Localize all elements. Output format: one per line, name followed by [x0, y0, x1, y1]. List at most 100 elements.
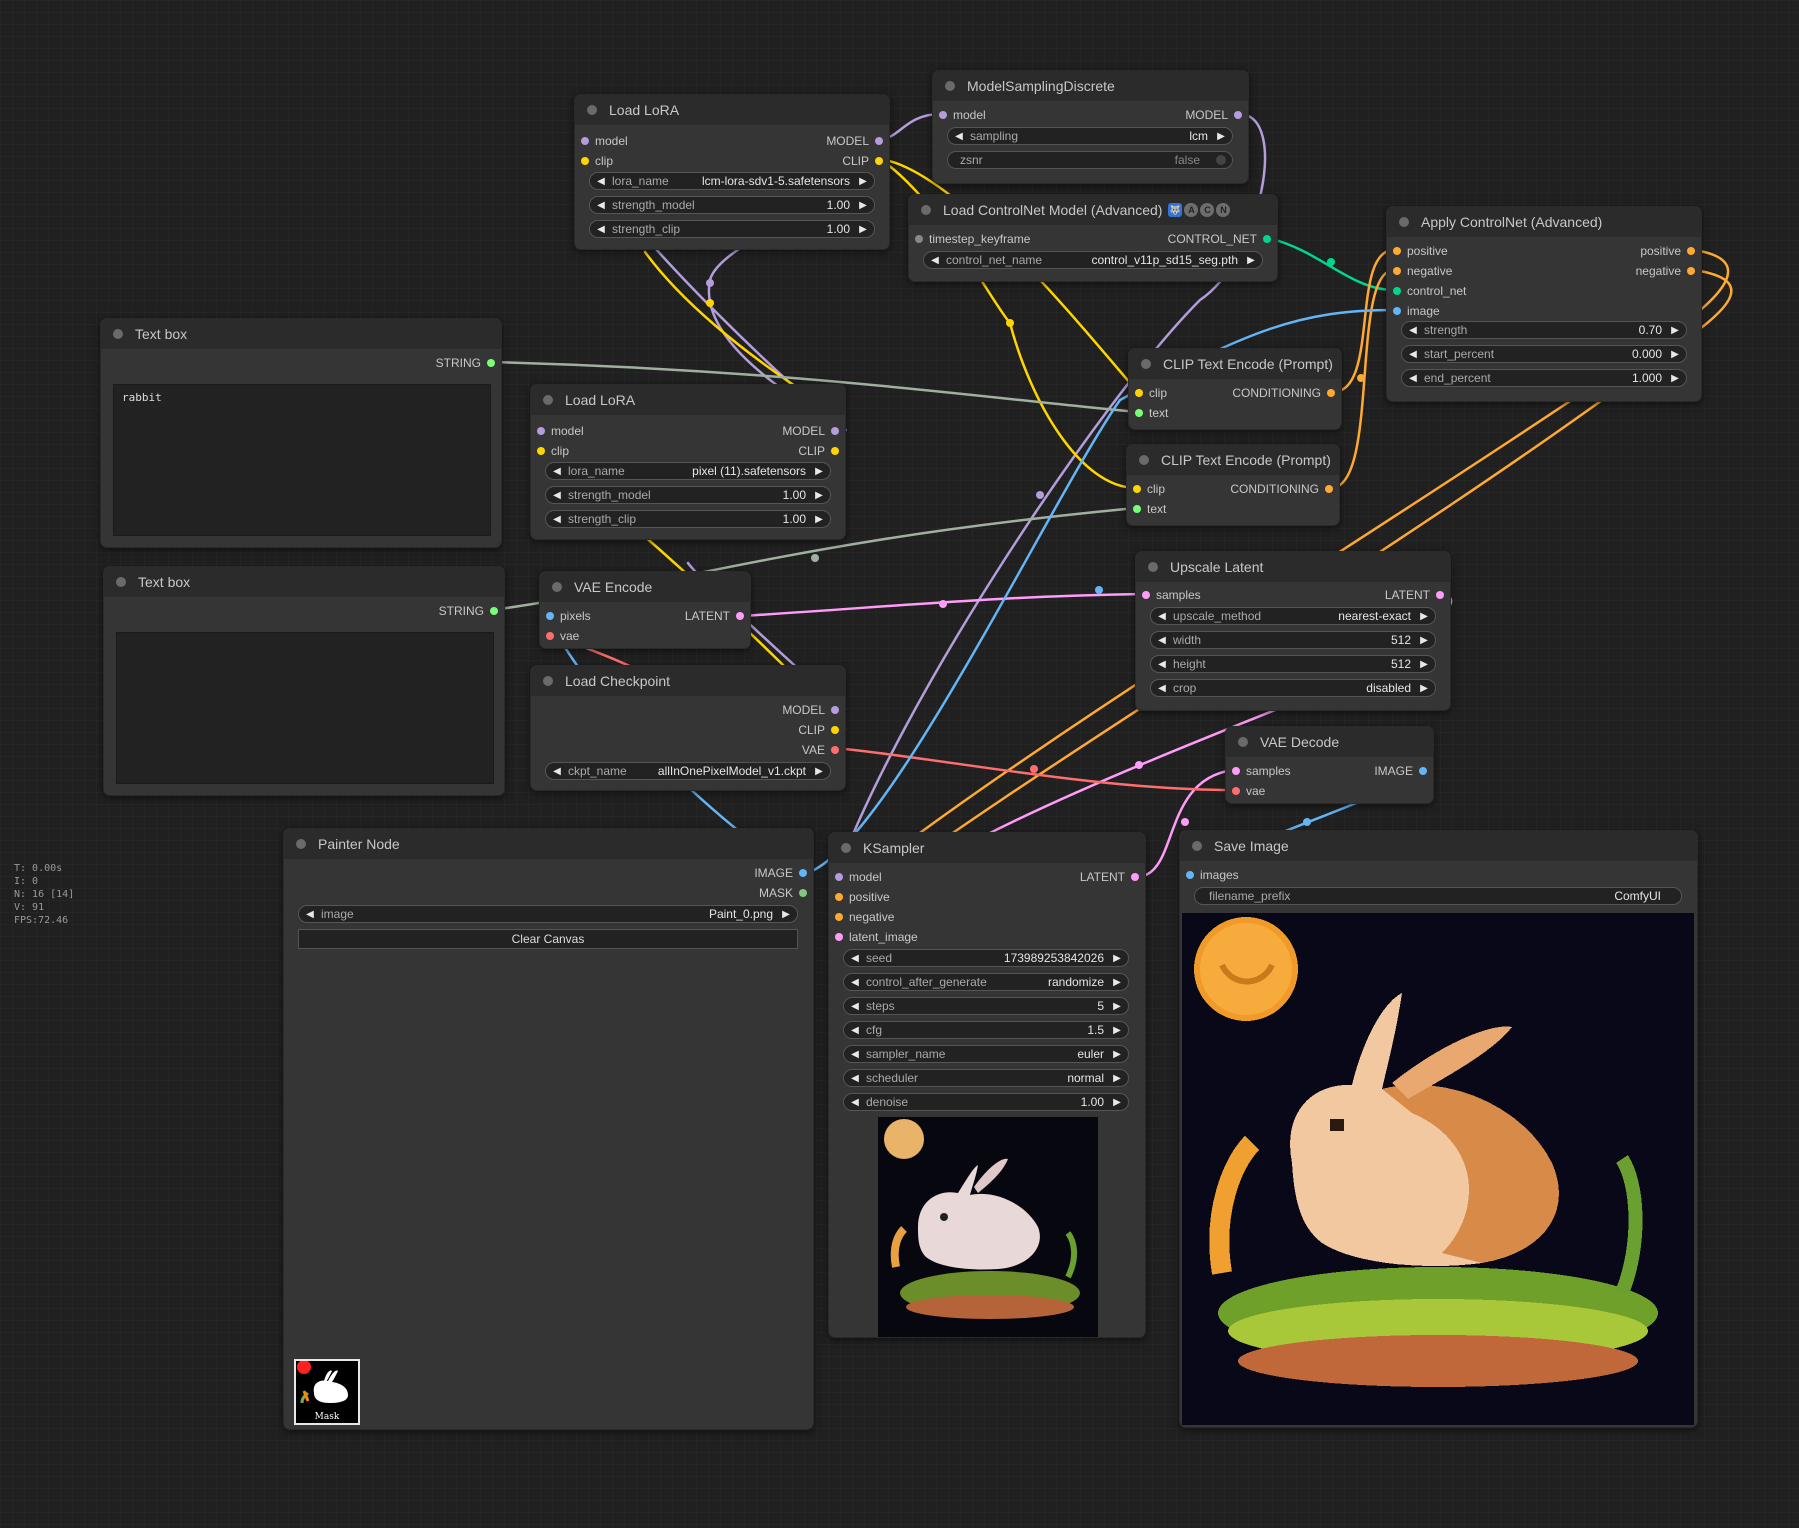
arrow-left-icon[interactable]: ◀ [305, 909, 315, 920]
socket-icon[interactable] [581, 157, 589, 165]
collapse-dot-icon[interactable] [945, 81, 955, 91]
output-positive[interactable]: positive [1531, 241, 1701, 261]
arrow-left-icon[interactable]: ◀ [1408, 373, 1418, 384]
arrow-right-icon[interactable]: ▶ [1419, 611, 1429, 622]
arrow-left-icon[interactable]: ◀ [850, 1073, 860, 1084]
widget-filename-prefix[interactable]: filename_prefix ComfyUI [1194, 887, 1682, 905]
arrow-left-icon[interactable]: ◀ [596, 200, 606, 211]
socket-icon[interactable] [831, 427, 839, 435]
node-header[interactable]: CLIP Text Encode (Prompt) [1129, 349, 1341, 379]
output-clip[interactable]: CLIP [719, 151, 889, 171]
arrow-right-icon[interactable]: ▶ [858, 176, 868, 187]
text-input[interactable]: rabbit [113, 384, 491, 536]
arrow-right-icon[interactable]: ▶ [1112, 1049, 1122, 1060]
output-latent[interactable]: LATENT [975, 867, 1145, 887]
node-text-box-1[interactable]: Text box STRING rabbit [100, 318, 502, 548]
socket-icon[interactable] [1232, 767, 1240, 775]
socket-icon[interactable] [1393, 287, 1401, 295]
collapse-dot-icon[interactable] [1399, 217, 1409, 227]
node-vae-decode[interactable]: VAE Decode samples vae IMAGE [1225, 726, 1434, 804]
node-header[interactable]: Load LoRA [575, 95, 889, 125]
arrow-left-icon[interactable]: ◀ [596, 224, 606, 235]
widget-lora-name[interactable]: ◀ lora_name pixel (11).safetensors ▶ [545, 462, 831, 480]
widget-height[interactable]: ◀ height 512 ▶ [1150, 655, 1436, 673]
arrow-right-icon[interactable]: ▶ [814, 766, 824, 777]
arrow-right-icon[interactable]: ▶ [1419, 683, 1429, 694]
socket-icon[interactable] [1325, 485, 1333, 493]
socket-icon[interactable] [915, 235, 923, 243]
node-load-lora-2[interactable]: Load LoRA model clip MODEL CLIP ◀ lora_na… [530, 384, 846, 540]
arrow-left-icon[interactable]: ◀ [1157, 659, 1167, 670]
socket-icon[interactable] [1232, 787, 1240, 795]
collapse-dot-icon[interactable] [113, 329, 123, 339]
collapse-dot-icon[interactable] [543, 676, 553, 686]
arrow-left-icon[interactable]: ◀ [1408, 349, 1418, 360]
collapse-dot-icon[interactable] [543, 395, 553, 405]
input-model[interactable]: model [829, 867, 999, 887]
node-clip-text-encode-1[interactable]: CLIP Text Encode (Prompt) clip text COND… [1128, 348, 1342, 430]
socket-icon[interactable] [799, 869, 807, 877]
socket-icon[interactable] [799, 889, 807, 897]
widget-steps[interactable]: ◀ steps 5 ▶ [843, 997, 1129, 1015]
arrow-left-icon[interactable]: ◀ [954, 131, 964, 142]
text-input[interactable] [116, 632, 494, 784]
collapse-dot-icon[interactable] [1148, 562, 1158, 572]
socket-icon[interactable] [1393, 307, 1401, 315]
widget-control-net-name[interactable]: ◀ control_net_name control_v11p_sd15_seg.p… [923, 251, 1263, 269]
arrow-right-icon[interactable]: ▶ [1112, 953, 1122, 964]
output-vae[interactable]: VAE [675, 740, 845, 760]
arrow-right-icon[interactable]: ▶ [1419, 659, 1429, 670]
node-ksampler[interactable]: KSampler model positive negative latent_… [828, 832, 1146, 1338]
collapse-dot-icon[interactable] [1141, 359, 1151, 369]
socket-icon[interactable] [1393, 267, 1401, 275]
arrow-right-icon[interactable]: ▶ [1246, 255, 1256, 266]
node-header[interactable]: VAE Encode [540, 572, 750, 602]
widget-crop[interactable]: ◀ crop disabled ▶ [1150, 679, 1436, 697]
arrow-left-icon[interactable]: ◀ [1408, 325, 1418, 336]
socket-icon[interactable] [581, 137, 589, 145]
node-header[interactable]: CLIP Text Encode (Prompt) [1127, 445, 1339, 475]
arrow-right-icon[interactable]: ▶ [814, 466, 824, 477]
socket-icon[interactable] [831, 726, 839, 734]
socket-icon[interactable] [835, 913, 843, 921]
arrow-right-icon[interactable]: ▶ [1112, 1025, 1122, 1036]
output-conditioning[interactable]: CONDITIONING [1189, 479, 1339, 499]
socket-icon[interactable] [537, 427, 545, 435]
socket-icon[interactable] [546, 612, 554, 620]
input-text[interactable]: text [1129, 403, 1229, 423]
output-model[interactable]: MODEL [719, 131, 889, 151]
widget-upscale-method[interactable]: ◀ upscale_method nearest-exact ▶ [1150, 607, 1436, 625]
node-header[interactable]: Load ControlNet Model (Advanced) 🐺 A C N [909, 195, 1277, 225]
node-save-image[interactable]: Save Image images filename_prefix ComfyUI [1179, 830, 1698, 1428]
arrow-left-icon[interactable]: ◀ [1157, 635, 1167, 646]
arrow-left-icon[interactable]: ◀ [1157, 683, 1167, 694]
widget-denoise[interactable]: ◀ denoise 1.00 ▶ [843, 1093, 1129, 1111]
arrow-left-icon[interactable]: ◀ [552, 466, 562, 477]
node-text-box-2[interactable]: Text box STRING [103, 566, 505, 796]
socket-icon[interactable] [1393, 247, 1401, 255]
socket-icon[interactable] [487, 359, 495, 367]
socket-icon[interactable] [490, 607, 498, 615]
arrow-left-icon[interactable]: ◀ [1157, 611, 1167, 622]
input-negative[interactable]: negative [829, 907, 999, 927]
output-negative[interactable]: negative [1531, 261, 1701, 281]
node-load-lora-1[interactable]: Load LoRA model clip MODEL CLIP ◀ lora_na… [574, 94, 890, 250]
input-text[interactable]: text [1127, 499, 1227, 519]
output-string[interactable]: STRING [334, 601, 504, 621]
socket-icon[interactable] [1131, 873, 1139, 881]
socket-icon[interactable] [835, 893, 843, 901]
arrow-right-icon[interactable]: ▶ [858, 224, 868, 235]
arrow-left-icon[interactable]: ◀ [552, 766, 562, 777]
input-pixels[interactable]: pixels [540, 606, 640, 626]
collapse-dot-icon[interactable] [841, 843, 851, 853]
socket-icon[interactable] [831, 447, 839, 455]
arrow-left-icon[interactable]: ◀ [552, 514, 562, 525]
arrow-left-icon[interactable]: ◀ [596, 176, 606, 187]
arrow-right-icon[interactable]: ▶ [1112, 1097, 1122, 1108]
collapse-dot-icon[interactable] [587, 105, 597, 115]
widget-strength-model[interactable]: ◀ strength_model 1.00 ▶ [545, 486, 831, 504]
node-header[interactable]: KSampler [829, 833, 1145, 863]
arrow-left-icon[interactable]: ◀ [850, 953, 860, 964]
socket-icon[interactable] [835, 933, 843, 941]
input-image[interactable]: image [1387, 301, 1557, 321]
